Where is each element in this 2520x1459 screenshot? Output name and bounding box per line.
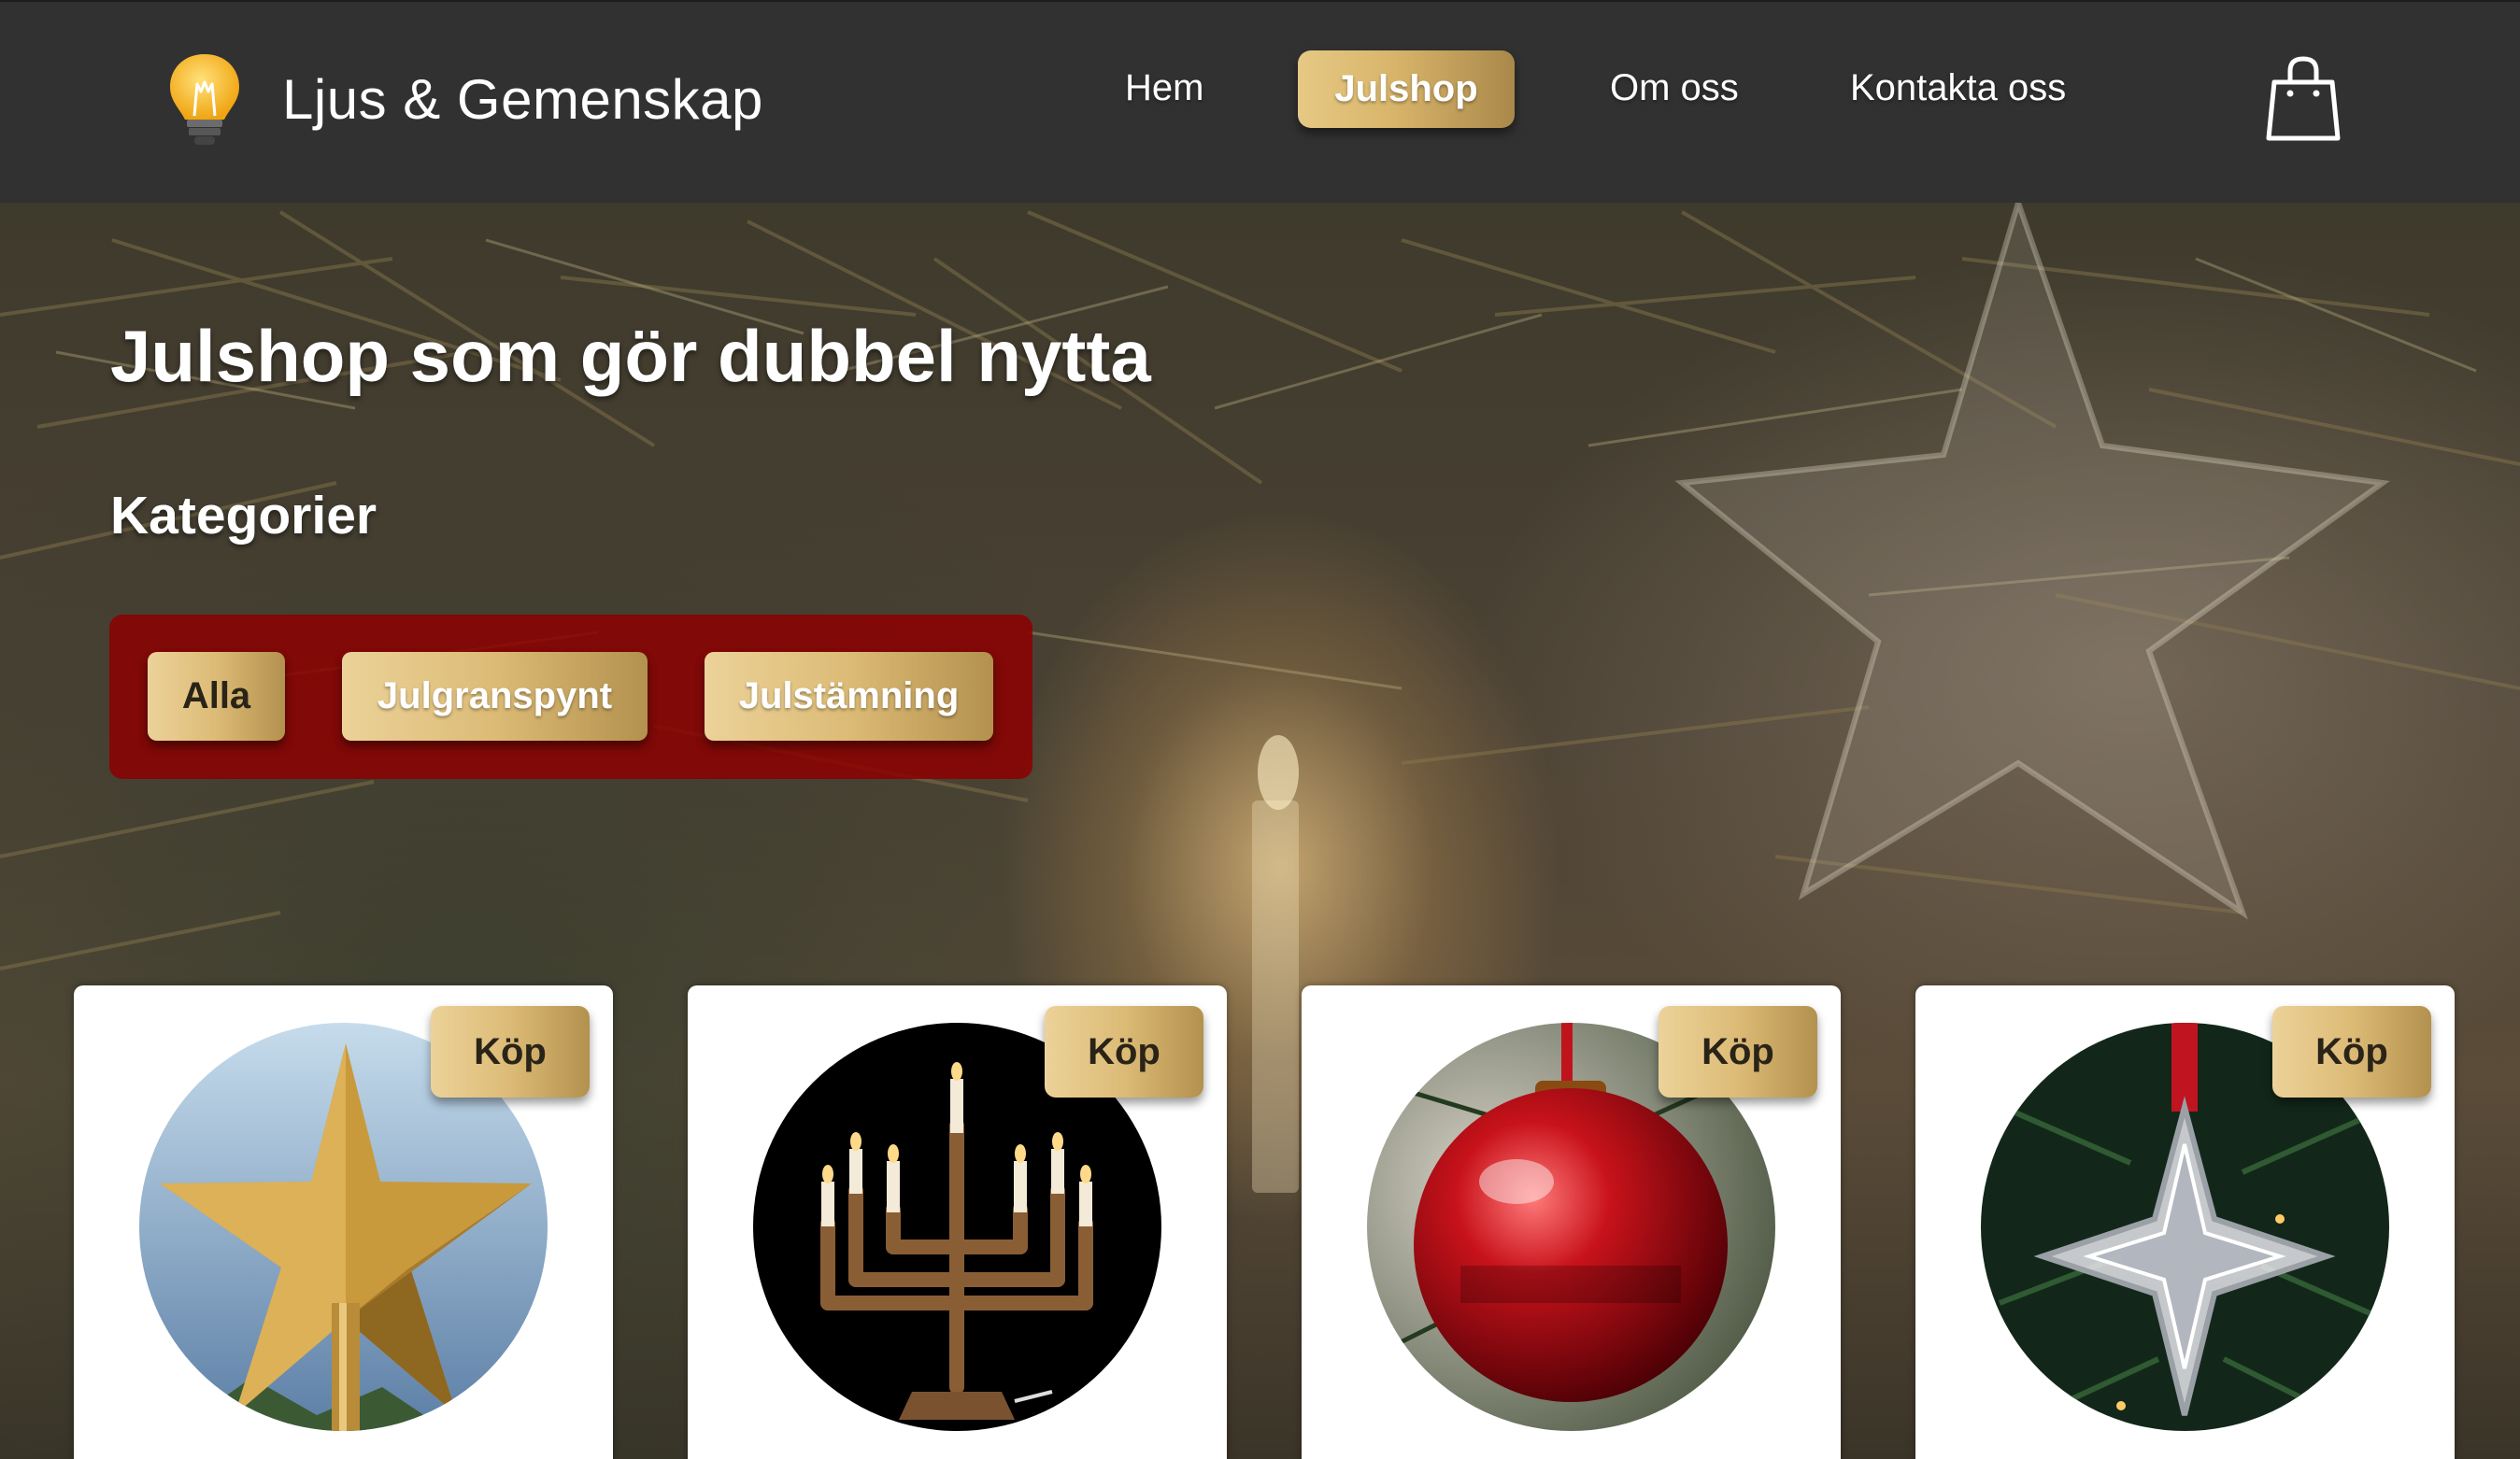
category-filter-panel: Alla Julgranspynt Julstämning (109, 615, 1032, 779)
nav-julshop[interactable]: Julshop (1298, 50, 1515, 128)
page-title: Julshop som gör dubbel nytta (110, 315, 1151, 397)
nav-hem[interactable]: Hem (1125, 67, 1203, 109)
nav-kontakta-oss[interactable]: Kontakta oss (1850, 67, 2066, 109)
categories-heading: Kategorier (110, 486, 377, 545)
light-bulb-icon (170, 54, 239, 145)
site-header: Ljus & Gemenskap Hem Julshop Om oss Kont… (0, 0, 2520, 203)
product-card[interactable]: Köp (1915, 985, 2455, 1459)
nav-om-oss[interactable]: Om oss (1610, 67, 1739, 109)
brand-name[interactable]: Ljus & Gemenskap (282, 67, 763, 132)
product-card[interactable]: Köp (74, 985, 613, 1459)
buy-button[interactable]: Köp (1659, 1006, 1817, 1098)
product-card[interactable]: Köp (1302, 985, 1841, 1459)
category-alla-button[interactable]: Alla (148, 652, 285, 741)
buy-button[interactable]: Köp (431, 1006, 590, 1098)
buy-button[interactable]: Köp (1045, 1006, 1203, 1098)
product-card[interactable]: Köp (688, 985, 1227, 1459)
hero-section: Julshop som gör dubbel nytta Kategorier … (0, 203, 2520, 1459)
category-julstamning-button[interactable]: Julstämning (705, 652, 993, 741)
shopping-bag-icon[interactable] (2265, 56, 2342, 144)
category-julgranspynt-button[interactable]: Julgranspynt (342, 652, 648, 741)
buy-button[interactable]: Köp (2272, 1006, 2431, 1098)
